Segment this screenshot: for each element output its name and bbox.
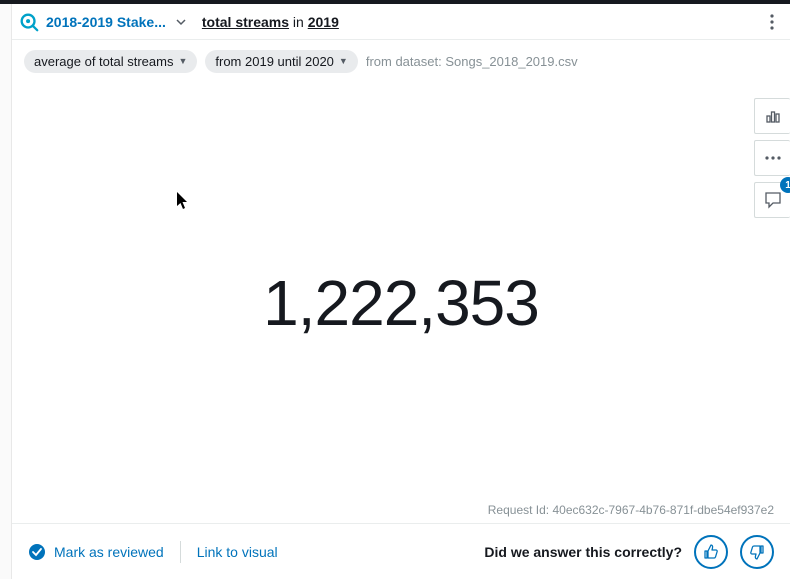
thumbs-down-icon	[749, 544, 765, 560]
chevron-down-icon	[176, 17, 186, 27]
filter-pill-daterange[interactable]: from 2019 until 2020 ▼	[205, 50, 357, 73]
left-edge-gutter	[0, 4, 12, 579]
query-year: 2019	[308, 14, 339, 30]
filter-pill-aggregation-label: average of total streams	[34, 54, 173, 69]
thumbs-up-icon	[703, 544, 719, 560]
thumbs-up-button[interactable]	[694, 535, 728, 569]
mark-as-reviewed-button[interactable]: Mark as reviewed	[28, 543, 164, 561]
content-body: 1,222,353	[12, 82, 790, 523]
result-value: 1,222,353	[263, 266, 539, 340]
query-metric: total streams	[202, 14, 289, 30]
bar-chart-icon	[765, 108, 781, 124]
comments-button[interactable]: 1	[754, 182, 790, 218]
right-tools-panel: 1	[754, 98, 790, 218]
main-panel: 2018-2019 Stake... total streams in 2019…	[12, 4, 790, 579]
thumbs-down-button[interactable]	[740, 535, 774, 569]
dataset-source-label: from dataset: Songs_2018_2019.csv	[366, 54, 578, 69]
query-connector: in	[289, 14, 308, 30]
header-bar: 2018-2019 Stake... total streams in 2019	[12, 4, 790, 40]
check-circle-icon	[28, 543, 46, 561]
filter-row: average of total streams ▼ from 2019 unt…	[12, 40, 790, 82]
filter-pill-daterange-label: from 2019 until 2020	[215, 54, 334, 69]
kebab-icon	[770, 14, 774, 30]
footer-feedback-area: Did we answer this correctly?	[484, 535, 774, 569]
filter-pill-aggregation[interactable]: average of total streams ▼	[24, 50, 197, 73]
more-actions-button[interactable]	[754, 140, 790, 176]
request-id-value: 40ec632c-7967-4b76-871f-dbe54ef937e2	[552, 503, 774, 517]
workspace-dropdown-chevron[interactable]	[172, 17, 190, 27]
footer-bar: Mark as reviewed Link to visual Did we a…	[12, 523, 790, 579]
ellipsis-icon	[765, 156, 781, 160]
footer-divider	[180, 541, 181, 563]
more-options-button[interactable]	[766, 10, 778, 34]
query-text: total streams in 2019	[202, 14, 339, 30]
request-id-prefix: Request Id:	[488, 503, 553, 517]
link-to-visual-button[interactable]: Link to visual	[197, 544, 278, 560]
dataset-name: Songs_2018_2019.csv	[445, 54, 577, 69]
dataset-prefix: from dataset:	[366, 54, 445, 69]
app-logo-icon	[18, 11, 40, 33]
chart-type-button[interactable]	[754, 98, 790, 134]
request-id-label: Request Id: 40ec632c-7967-4b76-871f-dbe5…	[488, 503, 774, 517]
comment-icon	[764, 191, 782, 209]
comment-count-badge: 1	[780, 177, 790, 193]
feedback-question-text: Did we answer this correctly?	[484, 544, 682, 560]
workspace-dropdown-label[interactable]: 2018-2019 Stake...	[46, 14, 166, 30]
mark-as-reviewed-label: Mark as reviewed	[54, 544, 164, 560]
caret-down-icon: ▼	[178, 56, 187, 66]
caret-down-icon: ▼	[339, 56, 348, 66]
cursor-icon	[177, 192, 191, 215]
